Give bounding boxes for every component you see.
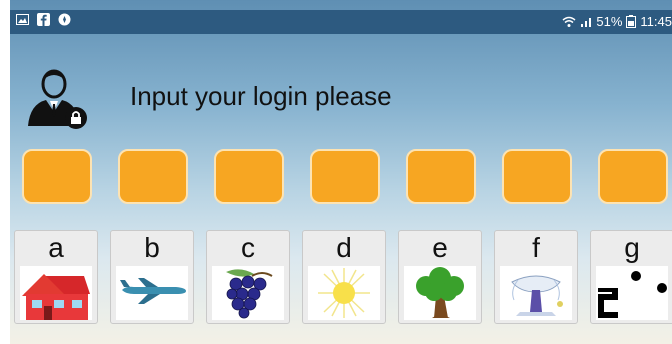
grapes-icon <box>226 269 273 319</box>
card-letter: d <box>336 232 352 263</box>
card-letter: b <box>144 232 160 263</box>
letter-card-d[interactable]: d <box>302 230 386 324</box>
card-letter: c <box>241 232 255 263</box>
letter-card-e[interactable]: e <box>398 230 482 324</box>
status-right: 51% 11:45 <box>562 14 672 29</box>
card-letter: a <box>48 232 64 263</box>
login-slot[interactable] <box>502 149 572 204</box>
login-slot[interactable] <box>310 149 380 204</box>
status-bar: 51% 11:45 <box>10 10 672 34</box>
app-screen: 51% 11:45 Input your login please a b c … <box>10 0 672 344</box>
compass-icon <box>58 13 71 26</box>
card-letter: f <box>532 232 540 263</box>
airplane-icon <box>120 278 186 304</box>
clock: 11:45 <box>640 14 672 29</box>
house-icon <box>22 274 90 320</box>
signal-icon <box>581 17 592 27</box>
login-slot[interactable] <box>22 149 92 204</box>
login-slot[interactable] <box>598 149 668 204</box>
page-title: Input your login please <box>130 81 392 111</box>
login-slot[interactable] <box>406 149 476 204</box>
status-left-icons <box>16 13 71 26</box>
letter-card-c[interactable]: c <box>206 230 290 324</box>
card-letter: e <box>432 232 448 263</box>
login-slot[interactable] <box>118 149 188 204</box>
battery-percent: 51% <box>596 14 623 29</box>
tree-icon <box>416 267 464 318</box>
battery-icon <box>626 15 637 28</box>
letter-card-b[interactable]: b <box>110 230 194 324</box>
user-lock-icon <box>28 69 87 129</box>
wifi-icon <box>562 16 576 27</box>
dominoes-icon <box>598 271 667 318</box>
fountain-icon <box>511 275 563 316</box>
login-slot[interactable] <box>214 149 284 204</box>
letter-card-a[interactable]: a <box>14 230 98 324</box>
image-icon <box>16 14 29 25</box>
letter-card-g[interactable]: g <box>590 230 672 324</box>
facebook-icon <box>37 13 50 26</box>
letter-card-f[interactable]: f <box>494 230 578 324</box>
card-letter: g <box>624 232 640 263</box>
sun-icon <box>318 268 370 318</box>
